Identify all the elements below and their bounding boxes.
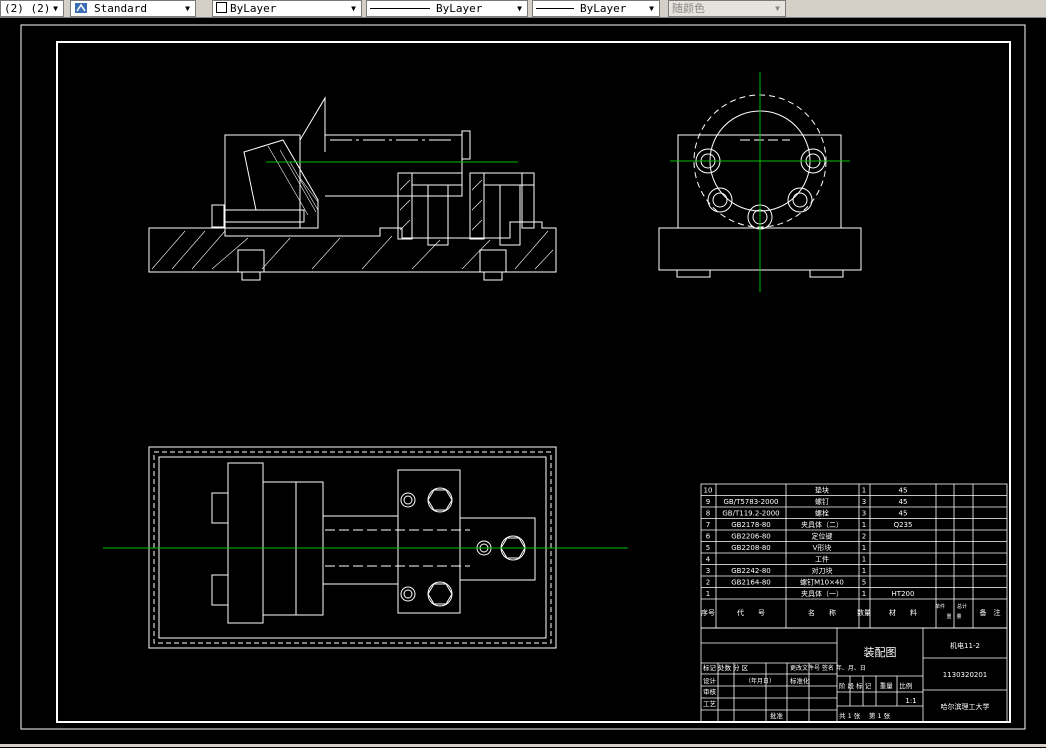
parts-cell-name: 工件 [815,555,829,564]
parts-cell-no: 7 [706,521,710,529]
drawing-sheet: 10 垫块 1 459 GB/T5783-2000 螺钉 3 458 GB/T119.2-200… [20,24,1026,730]
parts-header-no: 序号 [701,608,715,617]
stage-labels: 阶 段 标 记 重量 比例 [839,681,912,690]
change-doc: 更改文件号 签名 年、月、日 [790,664,866,672]
parts-cell-material: 45 [899,510,908,518]
linetype-combo[interactable]: ByLayer ▼ [366,0,528,17]
top-view [103,446,628,649]
parts-cell-qty: 1 [862,521,866,529]
sheet-outer-border [20,24,1026,730]
chevron-down-icon[interactable]: ▼ [771,2,784,15]
parts-cell-no: 1 [706,590,710,598]
row-mark: 标记 处数 分 区 [703,663,749,672]
parts-cell-no: 8 [706,510,710,518]
parts-cell-no: 6 [706,533,711,541]
parts-cell-code: GB2242-80 [731,567,770,575]
linetype-sample-icon [370,8,430,9]
row-process: 工艺 [703,700,717,708]
parts-header-qty: 数量 [857,608,871,617]
school-name: 哈尔滨理工大学 [941,702,990,711]
parts-cell-name: V形块 [813,543,832,552]
side-view [658,72,862,292]
row-approve: 批准 [770,711,784,720]
sign-date-1: （年月日） [745,677,775,685]
parts-header-unit_weight: 单件 [935,603,945,610]
parts-cell-code: GB/T119.2-2000 [722,510,779,518]
drawing-canvas[interactable]: 10 垫块 1 45 9 GB/T5783-2000 螺钉 3 45 8 GB/T119.2-200… [0,18,1046,744]
drawing-code: 机电11-2 [950,641,980,650]
sheet-info: 共 1 张 第 1 张 [839,711,891,720]
parts-header-remark: 备 注 [980,608,1001,617]
parts-cell-code: GB2208-80 [731,544,770,552]
sheet-inner-frame [56,41,1011,723]
front-view [148,96,557,281]
chevron-down-icon[interactable]: ▼ [645,2,658,15]
parts-cell-qty: 1 [862,590,866,598]
parts-cell-name: 夹具体（二） [801,520,843,529]
text-style-icon [75,3,87,13]
text-style-combo[interactable]: Standard ▼ [70,0,196,17]
parts-cell-no: 3 [706,567,710,575]
parts-cell-qty: 1 [862,487,866,495]
parts-cell-no: 5 [706,544,710,552]
color-combo[interactable]: ByLayer ▼ [212,0,362,17]
drawing-name: 装配图 [864,646,897,659]
parts-cell-no: 2 [706,579,710,587]
plot-style-value: 随颜色 [672,2,705,15]
parts-cell-material: Q235 [894,521,913,529]
color-swatch-icon [216,2,227,13]
properties-toolbar: (2) (2) ▼ Standard ▼ ByLayer ▼ ByLayer ▼… [0,0,1046,18]
parts-cell-qty: 1 [862,567,866,575]
parts-cell-code: GB2206-80 [731,533,770,541]
parts-cell-code: GB2164-80 [731,579,770,587]
layer-combo-value: (2) (2) [4,2,51,15]
parts-cell-name: 螺钉 [815,497,829,506]
parts-cell-material: 45 [899,487,908,495]
lineweight-combo[interactable]: ByLayer ▼ [532,0,660,17]
text-style-value: Standard [94,2,147,15]
plot-style-combo[interactable]: 随颜色 ▼ [668,0,786,17]
linetype-value: ByLayer [436,2,483,15]
parts-cell-material: 45 [899,498,908,506]
lineweight-value: ByLayer [580,2,627,15]
parts-cell-no: 4 [706,556,711,564]
parts-cell-name: 垫块 [815,486,829,495]
row-design: 设计 [703,676,717,685]
parts-cell-qty: 1 [862,556,866,564]
parts-header-material: 材 料 [889,608,917,617]
parts-cell-no: 10 [704,487,713,495]
parts-cell-name: 螺栓 [815,509,829,518]
scale-value: 1:1 [905,697,916,705]
parts-cell-qty: 3 [862,510,866,518]
parts-cell-name: 螺钉M10×40 [800,578,844,587]
parts-header-name: 名 称 [808,608,836,617]
lineweight-sample-icon [536,8,574,9]
parts-cell-name: 定位键 [812,532,833,541]
parts-cell-qty: 2 [862,533,866,541]
chevron-down-icon[interactable]: ▼ [347,2,360,15]
parts-header-weight: 重 量 [946,613,961,620]
parts-cell-qty: 3 [862,498,866,506]
parts-cell-qty: 1 [862,544,866,552]
standardize-label: 标准化 [790,676,810,685]
row-check: 审核 [703,687,717,696]
parts-cell-material: HT200 [892,590,915,598]
parts-cell-qty: 5 [862,579,866,587]
student-id: 1130320201 [943,671,988,679]
chevron-down-icon[interactable]: ▼ [513,2,526,15]
layer-combo[interactable]: (2) (2) ▼ [0,0,64,17]
color-value: ByLayer [230,2,277,15]
parts-cell-code: GB2178-80 [731,521,770,529]
parts-cell-name: 对刀块 [812,566,833,575]
parts-header-total_weight: 总计 [957,603,967,610]
parts-cell-code: GB/T5783-2000 [723,498,778,506]
chevron-down-icon[interactable]: ▼ [49,2,62,15]
parts-header-code: 代 号 [737,608,765,617]
parts-cell-name: 夹具体（一） [801,589,843,598]
chevron-down-icon[interactable]: ▼ [181,2,194,15]
parts-cell-no: 9 [706,498,710,506]
